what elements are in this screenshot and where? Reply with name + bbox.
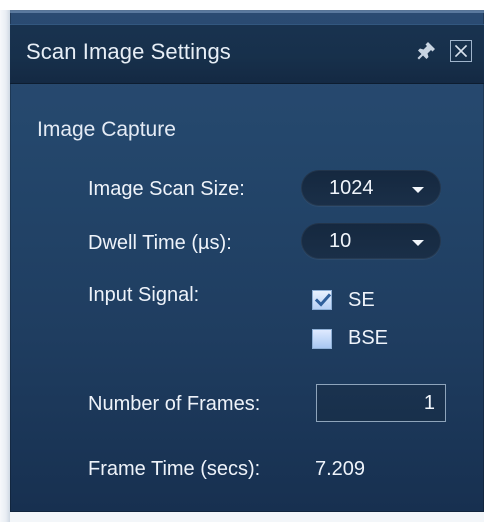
pin-icon[interactable]: [414, 39, 438, 63]
bse-checkbox-label[interactable]: BSE: [348, 327, 388, 350]
app-window: Scan Image Settings Image Capture Image …: [0, 0, 484, 522]
bse-checkbox[interactable]: [312, 329, 332, 349]
panel-top-line: [10, 10, 484, 13]
se-checkbox-label[interactable]: SE: [348, 289, 375, 312]
title-bar: Scan Image Settings: [10, 24, 484, 84]
dwell-time-dropdown[interactable]: 10: [301, 223, 441, 259]
number-of-frames-label: Number of Frames:: [88, 393, 261, 415]
left-edge: [0, 10, 10, 522]
close-icon[interactable]: [450, 40, 472, 62]
image-scan-size-label: Image Scan Size:: [88, 178, 245, 200]
window-title: Scan Image Settings: [26, 39, 231, 64]
frame-time-label: Frame Time (secs):: [88, 458, 261, 480]
dwell-time-value: 10: [329, 230, 352, 252]
input-signal-label: Input Signal:: [88, 284, 200, 306]
chevron-down-icon: [411, 235, 425, 246]
number-of-frames-input[interactable]: [316, 384, 446, 422]
chevron-down-icon: [411, 182, 425, 193]
image-capture-section-title: Image Capture: [37, 118, 176, 141]
dwell-time-label: Dwell Time (µs):: [88, 232, 232, 254]
image-scan-size-dropdown[interactable]: 1024: [301, 170, 441, 206]
se-checkbox[interactable]: [312, 290, 332, 310]
image-scan-size-value: 1024: [329, 177, 374, 199]
frame-time-value: 7.209: [315, 458, 366, 480]
bottom-edge: [10, 512, 484, 522]
scan-image-settings-panel: Scan Image Settings Image Capture Image …: [10, 10, 484, 512]
